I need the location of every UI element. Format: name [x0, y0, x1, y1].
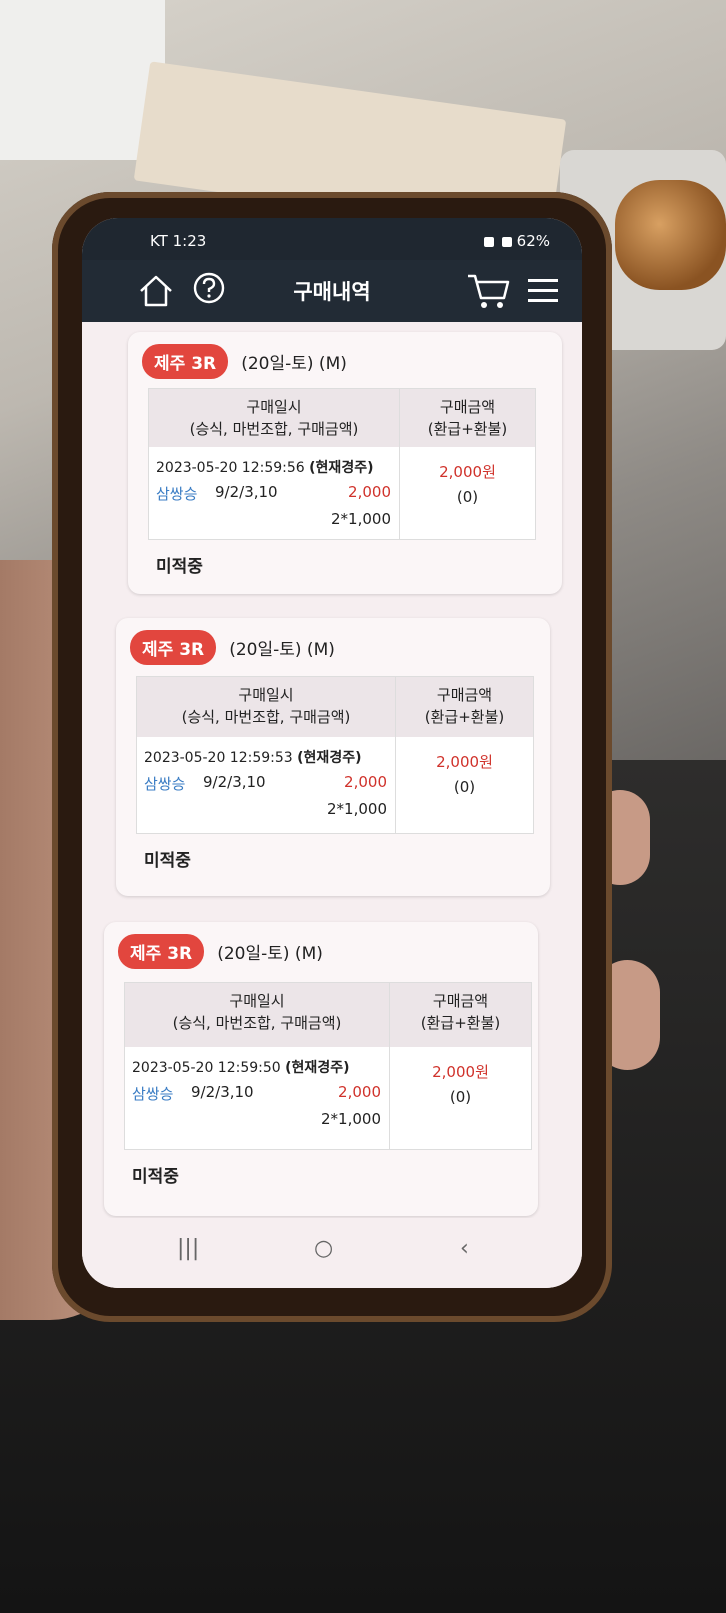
bet-type: 삼쌍승: [132, 1085, 174, 1103]
header-label: 구매금액: [436, 686, 493, 704]
status-bar: KT 1:23 62%: [82, 218, 582, 260]
result-status: 미적중: [144, 851, 191, 871]
header-label: 구매일시: [238, 686, 294, 704]
datetime-note: (현재경주): [297, 750, 362, 766]
purchase-card[interactable]: 제주 3R (20일-토) (M) 구매일시 (승식, 마번조합, 구매금액) …: [104, 922, 538, 1216]
race-info: (20일-토) (M): [229, 640, 335, 660]
purchase-amount-cell: 2,000원 (0): [400, 447, 535, 539]
header-purchase-datetime: 구매일시 (승식, 마번조합, 구매금액): [125, 983, 390, 1047]
purchase-table: 구매일시 (승식, 마번조합, 구매금액) 구매금액 (환급+환불) 2023-…: [148, 388, 536, 540]
purchase-amount-cell: 2,000원 (0): [396, 737, 533, 833]
header-purchase-amount: 구매금액 (환급+환불): [396, 677, 533, 737]
menu-icon[interactable]: [526, 276, 560, 306]
purchase-datetime: 2023-05-20 12:59:53 (현재경주): [144, 747, 361, 767]
purchase-detail-cell: 2023-05-20 12:59:56 (현재경주) 삼쌍승 9/2/3,10 …: [149, 447, 400, 539]
header-sublabel: (환급+환불): [427, 420, 508, 438]
refund-amount: (0): [449, 1088, 472, 1106]
header-label: 구매일시: [229, 992, 285, 1010]
purchase-datetime: 2023-05-20 12:59:50 (현재경주): [132, 1057, 349, 1077]
home-button[interactable]: ○: [314, 1236, 333, 1261]
bet-amount: 2,000: [338, 1083, 381, 1101]
header-purchase-amount: 구매금액 (환급+환불): [400, 389, 535, 447]
header-purchase-amount: 구매금액 (환급+환불): [390, 983, 531, 1047]
race-badge: 제주 3R: [118, 934, 205, 969]
header-label: 구매일시: [246, 398, 302, 416]
datetime-value: 2023-05-20 12:59:56: [156, 460, 305, 476]
status-right: 62%: [481, 232, 550, 250]
purchase-amount-cell: 2,000원 (0): [390, 1047, 531, 1149]
bet-type: 삼쌍승: [144, 775, 186, 793]
refund-amount: (0): [456, 488, 479, 506]
datetime-value: 2023-05-20 12:59:50: [132, 1060, 281, 1076]
status-time: KT 1:23: [150, 232, 207, 250]
bet-combination: 9/2/3,10: [191, 1083, 254, 1101]
pastry-background: [615, 180, 726, 290]
datetime-note: (현재경주): [309, 460, 374, 476]
purchase-detail-cell: 2023-05-20 12:59:53 (현재경주) 삼쌍승 9/2/3,10 …: [137, 737, 396, 833]
result-status: 미적중: [156, 557, 203, 577]
race-badge: 제주 3R: [142, 344, 229, 379]
header-purchase-datetime: 구매일시 (승식, 마번조합, 구매금액): [137, 677, 396, 737]
header-label: 구매금액: [432, 992, 489, 1010]
bet-combination: 9/2/3,10: [203, 773, 266, 791]
purchase-datetime: 2023-05-20 12:59:56 (현재경주): [156, 457, 373, 477]
race-badge: 제주 3R: [130, 630, 217, 665]
battery-level: 62%: [516, 232, 550, 250]
purchase-card[interactable]: 제주 3R (20일-토) (M) 구매일시 (승식, 마번조합, 구매금액) …: [128, 332, 562, 594]
bet-type: 삼쌍승: [156, 485, 198, 503]
phone-screen: KT 1:23 62% 구매내역 제주 3R (20일-토) (M) 구매일시 …: [82, 218, 582, 1288]
header-sublabel: (승식, 마번조합, 구매금액): [172, 1014, 342, 1032]
bet-multiplier: 2*1,000: [331, 510, 391, 528]
bet-multiplier: 2*1,000: [327, 800, 387, 818]
race-info: (20일-토) (M): [217, 944, 323, 964]
bet-combination: 9/2/3,10: [215, 483, 278, 501]
purchase-table: 구매일시 (승식, 마번조합, 구매금액) 구매금액 (환급+환불) 2023-…: [136, 676, 534, 834]
back-button[interactable]: ‹: [460, 1236, 469, 1261]
bet-multiplier: 2*1,000: [321, 1110, 381, 1128]
app-bar: 구매내역: [82, 260, 582, 322]
datetime-note: (현재경주): [285, 1060, 350, 1076]
purchase-list: 제주 3R (20일-토) (M) 구매일시 (승식, 마번조합, 구매금액) …: [82, 322, 582, 1242]
race-info: (20일-토) (M): [241, 354, 347, 374]
card-header: 제주 3R (20일-토) (M): [142, 344, 347, 379]
wifi-icon: [501, 236, 512, 247]
card-header: 제주 3R (20일-토) (M): [130, 630, 335, 665]
bet-amount: 2,000: [348, 483, 391, 501]
card-header: 제주 3R (20일-토) (M): [118, 934, 323, 969]
purchase-card[interactable]: 제주 3R (20일-토) (M) 구매일시 (승식, 마번조합, 구매금액) …: [116, 618, 550, 896]
purchase-detail-cell: 2023-05-20 12:59:50 (현재경주) 삼쌍승 9/2/3,10 …: [125, 1047, 390, 1149]
header-purchase-datetime: 구매일시 (승식, 마번조합, 구매금액): [149, 389, 400, 447]
datetime-value: 2023-05-20 12:59:53: [144, 750, 293, 766]
recent-apps-button[interactable]: |||: [177, 1236, 199, 1261]
signal-icon: [484, 236, 495, 247]
result-status: 미적중: [132, 1167, 179, 1187]
system-nav-bar: ||| ○ ‹: [82, 1218, 582, 1288]
header-sublabel: (승식, 마번조합, 구매금액): [181, 708, 351, 726]
purchase-amount: 2,000원: [439, 463, 496, 481]
purchase-amount: 2,000원: [432, 1063, 489, 1081]
header-sublabel: (환급+환불): [420, 1014, 501, 1032]
header-sublabel: (환급+환불): [424, 708, 505, 726]
header-label: 구매금액: [439, 398, 496, 416]
bet-amount: 2,000: [344, 773, 387, 791]
purchase-table: 구매일시 (승식, 마번조합, 구매금액) 구매금액 (환급+환불) 2023-…: [124, 982, 532, 1150]
cart-icon[interactable]: [466, 270, 510, 312]
refund-amount: (0): [453, 778, 476, 796]
header-sublabel: (승식, 마번조합, 구매금액): [189, 420, 359, 438]
purchase-amount: 2,000원: [436, 753, 493, 771]
